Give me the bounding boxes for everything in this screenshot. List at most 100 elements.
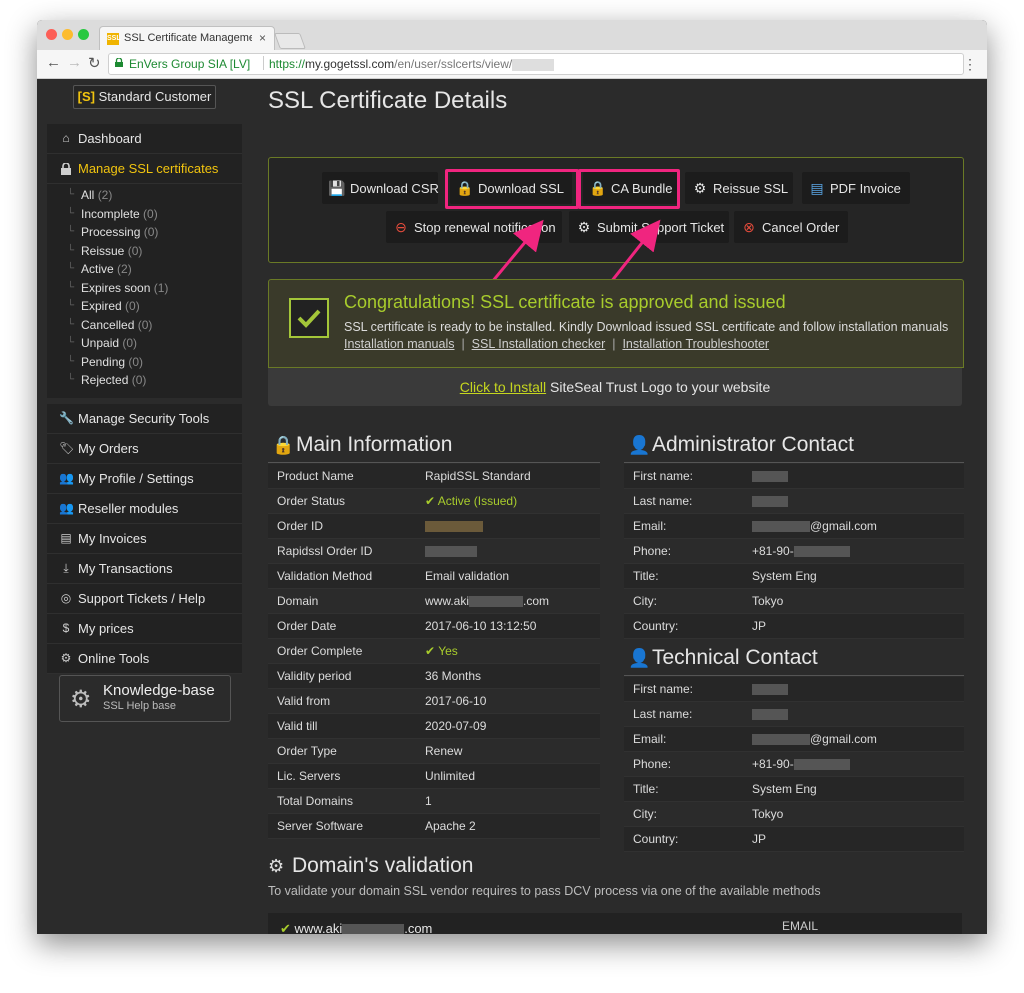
back-arrow-icon[interactable]: ← [46,54,61,71]
sidebar-item[interactable]: 👥 Reseller modules [47,493,242,524]
pdf-icon: ▤ [810,180,824,196]
tab-bar: SSL SSL Certificate Management S × [37,20,987,51]
success-message: SSL certificate is ready to be installed… [344,320,949,334]
table-row: Country: JP [624,827,964,852]
main-info-title: 🔒Main Information [272,433,453,456]
divider [268,462,600,463]
sidebar-subitem[interactable]: Active (2) [47,260,242,279]
sidebar-item[interactable]: ⤓ My Transactions [47,553,242,584]
sidebar-subitem[interactable]: Expires soon (1) [47,279,242,298]
gear-warning-icon: ⚙ [693,180,707,196]
sidebar-subitem[interactable]: Cancelled (0) [47,316,242,335]
dcv-method: EMAIL [782,919,819,933]
sidebar-item[interactable]: 🔧 Manage Security Tools [47,403,242,434]
table-row: Lic. Servers Unlimited [268,764,600,789]
lifebuoy-icon: ◎ [60,590,72,605]
sidebar-subitem[interactable]: Pending (0) [47,353,242,372]
gear-icon: ⚙ [60,650,72,665]
sidebar-item-manage-ssl[interactable]: Manage SSL certificates [47,154,242,184]
check-icon: ✔ [280,921,291,934]
close-circle-icon: ⊗ [743,219,755,235]
sidebar-subitem[interactable]: Incomplete (0) [47,205,242,224]
table-row: Server Software Apache 2 [268,814,600,839]
sidebar-item[interactable]: ▤ My Invoices [47,523,242,554]
browser-menu-icon[interactable]: ⋮ [963,56,977,73]
tech-contact-title: 👤Technical Contact [628,646,818,669]
domain-validation-desc: To validate your domain SSL vendor requi… [268,884,821,898]
sidebar-subitem[interactable]: Expired (0) [47,297,242,316]
favicon-icon: SSL [107,33,121,45]
admin-contact-table: First name: Last name: Email: @gmail.com Pho… [624,464,964,639]
kb-subtitle: SSL Help base [103,700,176,712]
account-badge[interactable]: [S] Standard Customer [73,85,216,109]
users-icon: 👥 [59,470,74,485]
page-body: [S] Standard Customer ⌂ Dashboard Manage … [37,79,987,934]
success-title: Congratulations! SSL certificate is appr… [344,292,786,312]
forward-arrow-icon[interactable]: → [67,54,82,71]
install-siteseal-link[interactable]: Click to Install [460,379,546,395]
table-row: Domain www.aki .com [268,589,600,614]
sidebar-subitem[interactable]: Processing (0) [47,223,242,242]
installation-manuals-link[interactable]: Installation manuals [344,337,454,351]
tab-close-icon[interactable]: × [259,31,266,45]
url-input[interactable]: EnVers Group SIA [LV] https://my.gogetss… [108,53,964,75]
maximize-window-button[interactable] [78,29,89,40]
table-row: Order Date 2017-06-10 13:12:50 [268,614,600,639]
check-icon [289,298,329,338]
page-title: SSL Certificate Details [268,87,508,114]
table-row: Country: JP [624,614,964,639]
check-icon: ✔ [425,494,436,508]
ssl-subnav: All (2)Incomplete (0)Processing (0)Reiss… [47,184,242,398]
sidebar-item[interactable]: ⚙ Online Tools [47,643,242,674]
stop-renewal-button[interactable]: ⊖ Stop renewal notification [386,211,562,243]
domain-validation-title: ⚙ Domain's validation [268,854,474,877]
pdf-invoice-button[interactable]: ▤ PDF Invoice [802,172,910,204]
reissue-ssl-button[interactable]: ⚙ Reissue SSL [685,172,793,204]
gear-icon: ⚙ [268,856,285,876]
dcv-domain: ✔ www.aki .com [280,921,433,934]
close-window-button[interactable] [46,29,57,40]
new-tab-button[interactable] [274,33,306,49]
table-row: Email: @gmail.com [624,514,964,539]
success-banner: Congratulations! SSL certificate is appr… [268,279,964,368]
install-links: Installation manuals | SSL Installation … [344,337,770,351]
table-row: First name: [624,677,964,702]
sidebar-subitem[interactable]: Reissue (0) [47,242,242,261]
reload-icon[interactable]: ↻ [88,54,101,72]
minimize-window-button[interactable] [62,29,73,40]
sidebar-item-dashboard[interactable]: ⌂ Dashboard [47,124,242,154]
siteseal-banner: Click to Install SiteSeal Trust Logo to … [268,368,962,406]
knowledge-base-button[interactable]: ⚙ Knowledge-base SSL Help base [59,675,231,722]
table-row: Phone: +81-90- [624,752,964,777]
divider [624,462,964,463]
url-text: https://my.gogetssl.com/en/user/sslcerts… [269,57,555,71]
lock-icon [115,58,123,67]
sidebar-item[interactable]: $ My prices [47,613,242,644]
cancel-order-button[interactable]: ⊗ Cancel Order [734,211,848,243]
download-csr-button[interactable]: 💾 Download CSR [322,172,439,204]
browser-tab[interactable]: SSL SSL Certificate Management S × [99,26,275,51]
user-icon: 👤 [628,648,651,668]
table-row: Last name: [624,489,964,514]
home-icon: ⌂ [62,131,70,145]
sidebar: ⌂Dashboard Manage SSL certificates All (… [47,124,242,674]
table-row: City: Tokyo [624,589,964,614]
dcv-row: ✔ www.aki .com EMAIL [268,913,962,934]
users-icon: 👥 [59,500,74,515]
sidebar-item[interactable]: 🏷 My Orders [47,433,242,464]
sidebar-subitem[interactable]: Rejected (0) [47,371,242,390]
installation-troubleshooter-link[interactable]: Installation Troubleshooter [622,337,769,351]
sidebar-item[interactable]: 👥 My Profile / Settings [47,463,242,494]
submit-ticket-button[interactable]: ⚙ Submit Support Ticket [569,211,729,243]
table-row: Last name: [624,702,964,727]
table-row: Order Type Renew [268,739,600,764]
sidebar-item[interactable]: ◎ Support Tickets / Help [47,583,242,614]
sidebar-subitem[interactable]: All (2) [47,186,242,205]
admin-contact-title: 👤Administrator Contact [628,433,854,456]
installation-checker-link[interactable]: SSL Installation checker [472,337,606,351]
table-row: Title: System Eng [624,564,964,589]
gear-info-icon: ⚙ [577,219,591,235]
table-row: Order ID [268,514,600,539]
table-row: Order Status ✔ Active (Issued) [268,489,600,514]
sidebar-subitem[interactable]: Unpaid (0) [47,334,242,353]
